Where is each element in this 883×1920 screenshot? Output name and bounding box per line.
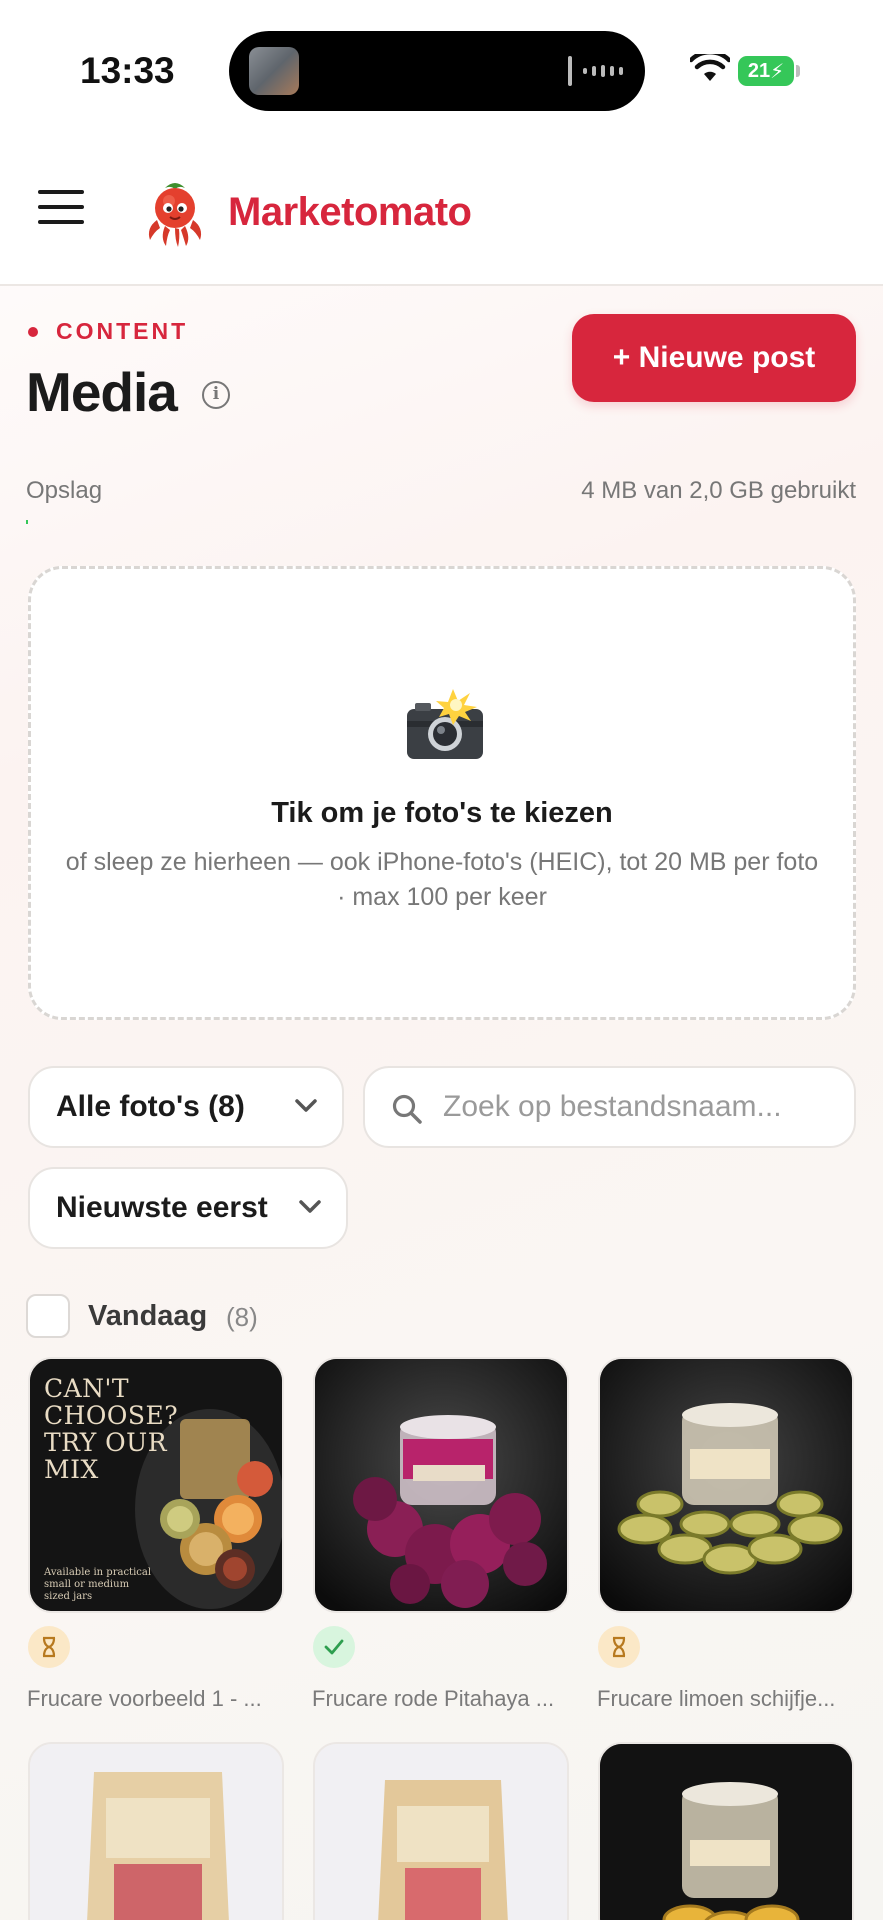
chevron-down-icon: [299, 1200, 321, 1213]
group-count: (8): [226, 1302, 258, 1332]
media-tile[interactable]: CAN'T CHOOSE? TRY OUR MIX Available in p…: [28, 1357, 284, 1613]
album-select[interactable]: Alle foto's (8): [28, 1066, 344, 1148]
dropzone-subtitle: of sleep ze hierheen — ook iPhone-foto's…: [65, 848, 819, 911]
processing-badge: [28, 1626, 70, 1668]
processing-badge: [598, 1626, 640, 1668]
media-thumbnail-lemon: [600, 1744, 852, 1920]
media-thumbnail-dragonfruit: [315, 1359, 567, 1611]
media-tile[interactable]: [28, 1742, 284, 1920]
storage-usage: 4 MB van 2,0 GB gebruikt: [581, 477, 856, 504]
info-icon[interactable]: i: [202, 381, 230, 409]
ready-badge: [313, 1626, 355, 1668]
eyebrow-label: CONTENT: [56, 318, 189, 344]
media-caption: Frucare voorbeeld 1 - ...: [27, 1686, 262, 1711]
check-icon: [324, 1639, 344, 1655]
image-headline: CAN'T CHOOSE? TRY OUR MIX: [44, 1374, 179, 1484]
search-icon: [392, 1094, 422, 1124]
media-caption: Frucare rode Pitahaya ...: [312, 1686, 555, 1711]
hourglass-icon: [42, 1636, 56, 1658]
album-select-value: Alle foto's (8): [56, 1090, 245, 1123]
new-post-button[interactable]: + Nieuwe post: [572, 314, 856, 402]
camera-flash-icon: [407, 689, 483, 759]
section-eyebrow: CONTENT: [28, 318, 188, 345]
hourglass-icon: [612, 1636, 626, 1658]
app-header: Marketomato: [0, 140, 883, 286]
page-title: Media: [26, 361, 178, 423]
audio-wave-icon: [568, 55, 623, 87]
eyebrow-dot: [28, 326, 38, 337]
tomato-octopus-logo: [148, 183, 202, 247]
search-input[interactable]: [443, 1084, 833, 1130]
storage-progress-fill: [26, 520, 29, 524]
hamburger-menu-icon[interactable]: [38, 190, 94, 236]
group-label: Vandaag: [88, 1300, 208, 1332]
battery-charging-icon: 21 ⚡: [738, 56, 794, 86]
media-tile[interactable]: [313, 1357, 569, 1613]
select-group-checkbox[interactable]: [26, 1294, 70, 1338]
media-thumbnail-lime: [600, 1359, 852, 1611]
image-note: Available in practical small or medium s…: [44, 1567, 152, 1602]
brand-name[interactable]: Marketomato: [228, 190, 472, 235]
dropzone-title: Tik om je foto's te kiezen: [271, 797, 613, 829]
media-thumbnail-strawberries: [315, 1744, 567, 1920]
battery-level: 21: [747, 59, 771, 82]
dynamic-island: [229, 31, 645, 111]
battery-tip: [796, 65, 800, 77]
media-caption: Frucare limoen schijfje...: [597, 1686, 836, 1711]
sort-select[interactable]: Nieuwste eerst: [28, 1167, 348, 1249]
media-thumbnail-raspberries: [30, 1744, 282, 1920]
status-bar: 13:33 21 ⚡: [0, 0, 883, 140]
storage-progress-bar: [26, 520, 856, 524]
chevron-down-icon: [295, 1099, 317, 1112]
wifi-icon: [690, 54, 730, 81]
media-tile[interactable]: [598, 1742, 854, 1920]
upload-dropzone[interactable]: Tik om je foto's te kiezen of sleep ze h…: [28, 566, 856, 1020]
status-time: 13:33: [80, 50, 175, 91]
bolt-icon: ⚡: [770, 60, 785, 83]
storage-label: Opslag: [26, 477, 103, 504]
sort-select-value: Nieuwste eerst: [56, 1191, 268, 1224]
media-tile[interactable]: [313, 1742, 569, 1920]
search-box[interactable]: [363, 1066, 856, 1148]
media-tile[interactable]: [598, 1357, 854, 1613]
now-playing-thumbnail: [249, 47, 299, 95]
